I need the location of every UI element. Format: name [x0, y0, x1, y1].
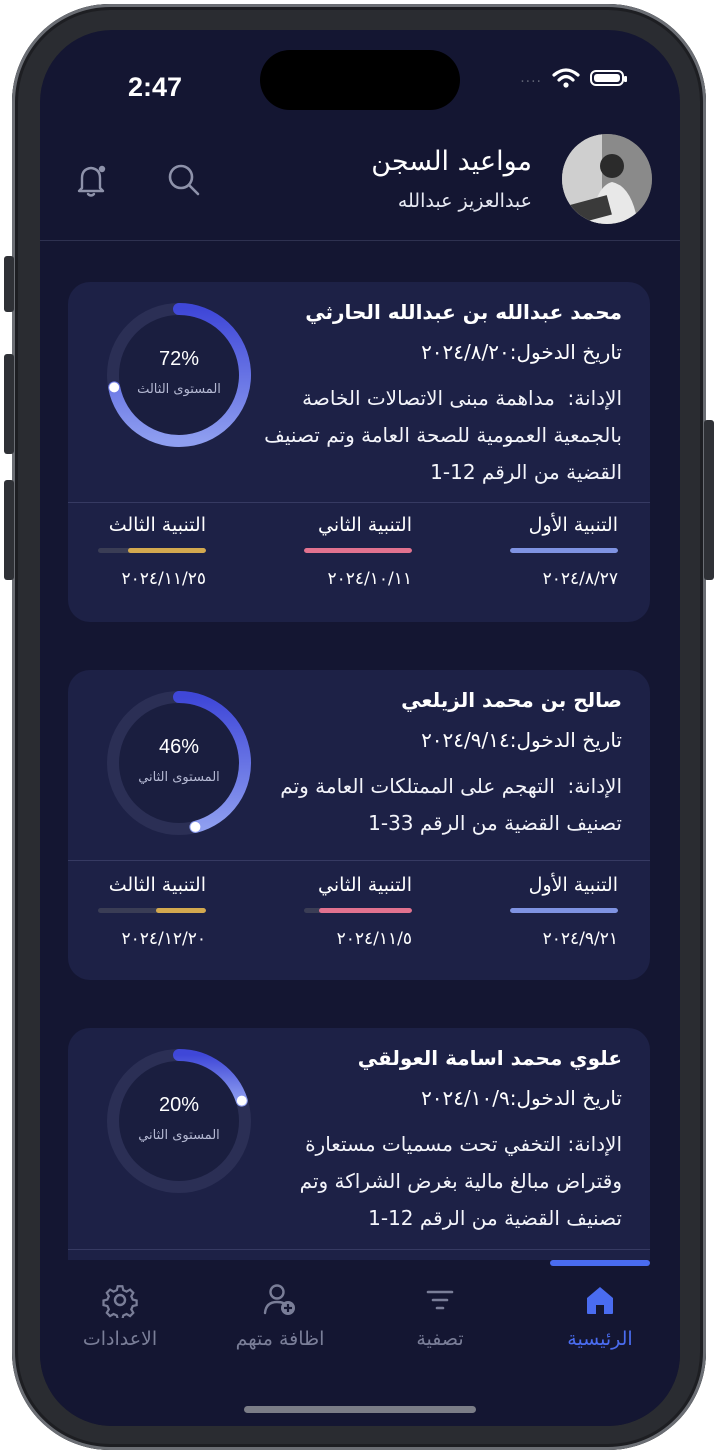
warning-bar [510, 548, 618, 553]
entry-label: تاريخ الدخول: [509, 340, 622, 364]
warning-label: التنبية الثاني [318, 874, 412, 896]
entry-date-row: تاريخ الدخول:٢٠٢٤/١٠/٩ [421, 1086, 622, 1110]
tab-label: اظافة متهم [235, 1328, 325, 1350]
warning-first: التنبية الأول ٢٠٢٤/٨/٢٧ [510, 514, 618, 589]
warning-date: ٢٠٢٤/٩/٢١ [542, 929, 618, 949]
entry-date-row: تاريخ الدخول:٢٠٢٤/٩/١٤ [421, 728, 622, 752]
entry-date: ٢٠٢٤/٩/١٤ [421, 728, 510, 752]
warning-bar-fill [510, 548, 618, 553]
inmate-card[interactable]: محمد عبدالله بن عبدالله الحارثي تاريخ ال… [68, 282, 650, 622]
notifications-button[interactable] [72, 160, 112, 200]
inmate-card[interactable]: صالح بن محمد الزيلعي تاريخ الدخول:٢٠٢٤/٩… [68, 670, 650, 980]
level-label: المستوى الثاني [138, 1128, 220, 1143]
entry-label: تاريخ الدخول: [509, 1086, 622, 1110]
entry-date-row: تاريخ الدخول:٢٠٢٤/٨/٢٠ [421, 340, 622, 364]
home-indicator[interactable] [244, 1406, 476, 1413]
active-tab-indicator [550, 1260, 650, 1266]
warning-first: التنبية الأول ٢٠٢٤/٩/٢١ [510, 874, 618, 949]
entry-date: ٢٠٢٤/١٠/٩ [421, 1086, 510, 1110]
progress-ring [107, 691, 251, 835]
charge-label: الإدانة: [567, 774, 622, 798]
warning-bar [304, 908, 412, 913]
card-divider [68, 860, 650, 861]
progress-ring [107, 303, 251, 447]
warning-third: التنبية الثالث ٢٠٢٤/١١/٢٥ [98, 514, 206, 589]
warning-date: ٢٠٢٤/٨/٢٧ [542, 569, 618, 589]
warning-label: التنبية الثاني [318, 514, 412, 536]
volume-up-button [4, 354, 14, 454]
warning-bar [98, 548, 206, 553]
warning-bar-fill [319, 908, 412, 913]
tab-label: تصفية [416, 1328, 464, 1350]
status-time: 2:47 [128, 72, 183, 102]
tab-add-accused[interactable]: اظافة متهم [210, 1282, 350, 1350]
inmate-name: صالح بن محمد الزيلعي [401, 688, 622, 712]
charge-label: الإدانة: [567, 1132, 622, 1156]
warning-label: التنبية الثالث [108, 874, 206, 896]
progress-percent: 46% [158, 736, 200, 758]
card-divider [68, 502, 650, 503]
charge-text: الإدانة: التهجم على الممتلكات العامة وتم… [262, 768, 622, 842]
charge-text: الإدانة: مداهمة مبنى الاتصالات الخاصة با… [262, 380, 622, 491]
filter-icon [426, 1290, 454, 1310]
level-label: المستوى الثالث [137, 382, 221, 397]
warning-second: التنبية الثاني ٢٠٢٤/١٠/١١ [304, 514, 412, 589]
warning-bar-fill [510, 908, 618, 913]
warning-date: ٢٠٢٤/١٠/١١ [327, 569, 412, 589]
warning-second: التنبية الثاني ٢٠٢٤/١١/٥ [304, 874, 412, 949]
dynamic-island [260, 50, 460, 110]
tab-settings[interactable]: الاعدادات [50, 1282, 190, 1350]
entry-label: تاريخ الدخول: [509, 728, 622, 752]
charge-label: الإدانة: [567, 386, 622, 410]
card-divider [68, 1249, 650, 1250]
search-icon [168, 164, 200, 196]
avatar-photo [562, 134, 652, 224]
tab-label: الرئيسية [567, 1328, 633, 1350]
search-button[interactable] [164, 160, 204, 200]
warning-bar [304, 548, 412, 553]
tab-filter[interactable]: تصفية [370, 1282, 510, 1350]
progress-ring [107, 1049, 251, 1193]
inmate-name: محمد عبدالله بن عبدالله الحارثي [305, 300, 622, 324]
bell-icon [77, 165, 106, 197]
warning-third: التنبية الثالث ٢٠٢٤/١٢/٢٠ [98, 874, 206, 949]
page-title: مواعيد السجن [371, 146, 532, 177]
action-button [4, 256, 14, 312]
tab-label: الاعدادات [82, 1328, 158, 1350]
warning-label: التنبية الأول [528, 874, 618, 896]
avatar[interactable] [562, 134, 652, 224]
warning-label: التنبية الثالث [108, 514, 206, 536]
app-header: مواعيد السجن عبدالعزيز عبدالله [40, 120, 680, 241]
warning-bar-fill [156, 908, 206, 913]
signal-dots: .... [520, 70, 542, 86]
progress-percent: 72% [158, 348, 200, 370]
warning-bar-fill [128, 548, 206, 553]
warning-date: ٢٠٢٤/١١/٢٥ [121, 569, 206, 589]
inmate-name: علوي محمد اسامة العولقي [357, 1046, 622, 1070]
gear-icon [102, 1285, 138, 1321]
add-user-icon [263, 1284, 295, 1315]
battery-icon [590, 70, 627, 86]
app-screen: 2:47 .... مواعيد السجن عبدالعزيز عبدالله [40, 30, 680, 1426]
progress-knob [190, 821, 201, 832]
entry-date: ٢٠٢٤/٨/٢٠ [421, 340, 510, 364]
status-icons: .... [520, 68, 627, 88]
warning-bar-fill [304, 548, 412, 553]
progress-percent: 20% [158, 1094, 200, 1116]
home-icon [587, 1287, 613, 1314]
warning-date: ٢٠٢٤/١٢/٢٠ [121, 929, 206, 949]
power-button [704, 420, 714, 580]
warning-bar [510, 908, 618, 913]
warning-bar [98, 908, 206, 913]
warning-date: ٢٠٢٤/١١/٥ [336, 929, 412, 949]
level-label: المستوى الثاني [138, 770, 220, 785]
user-name: عبدالعزيز عبدالله [397, 190, 532, 212]
volume-down-button [4, 480, 14, 580]
charge-text: الإدانة: التخفي تحت مسميات مستعارة وقترا… [262, 1126, 622, 1237]
tab-bar: الرئيسية تصفية اظافة متهم الاعدادات [40, 1260, 680, 1426]
wifi-icon [552, 68, 580, 88]
warning-label: التنبية الأول [528, 514, 618, 536]
tab-home[interactable]: الرئيسية [530, 1282, 670, 1350]
